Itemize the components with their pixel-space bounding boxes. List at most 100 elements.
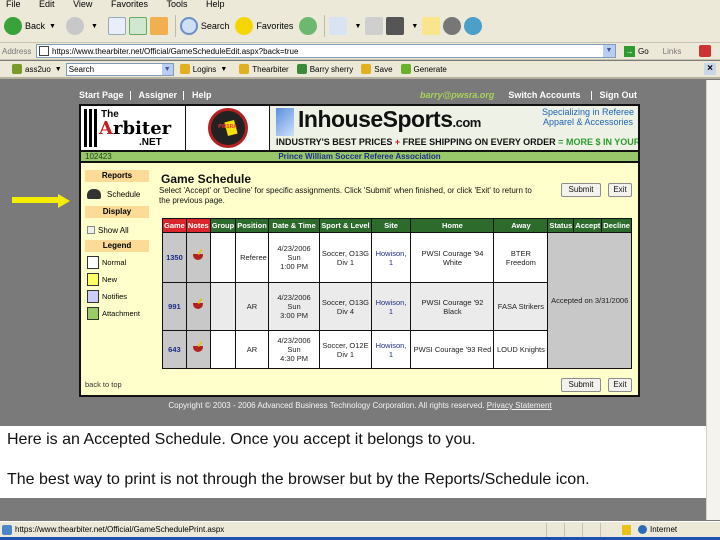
show-all-checkbox[interactable]: Show All (87, 224, 153, 236)
col-group[interactable]: Group (209, 218, 237, 233)
col-sport-level[interactable]: Sport & Level (319, 218, 372, 233)
notes-icon[interactable] (193, 254, 204, 260)
pwsra-logo: PWSRA (186, 106, 270, 150)
game-number-link[interactable]: 1350 (162, 232, 187, 283)
home-team-cell: PWSI Courage '94 White (410, 232, 495, 283)
table-header-row: Game Notes Group Position Date & Time Sp… (162, 218, 632, 233)
printer-icon (87, 189, 101, 199)
submit-button-top[interactable]: Submit (561, 183, 601, 197)
legend-attachment: Attachment (87, 307, 153, 320)
menu-favorites[interactable]: Favorites (111, 0, 148, 9)
toolbar-search-input[interactable]: Search ▼ (65, 62, 174, 76)
link-barry-sherry[interactable]: Barry sherry (296, 64, 353, 74)
address-dropdown-icon[interactable]: ▼ (603, 45, 615, 57)
col-site[interactable]: Site (370, 218, 412, 233)
back-arrow-icon (4, 17, 22, 35)
notes-icon[interactable] (193, 346, 204, 352)
exit-button-bottom[interactable]: Exit (608, 378, 632, 392)
home-team-cell: PWSI Courage '92 Black (410, 282, 495, 331)
notes-icon[interactable] (193, 303, 204, 309)
sport-level-cell: Soccer, O13G Div 1 (319, 232, 372, 283)
history-icon[interactable] (299, 17, 318, 35)
game-number-link[interactable]: 991 (162, 282, 187, 331)
away-team-cell: BTER Freedom (493, 232, 549, 283)
col-date-time[interactable]: Date & Time (267, 218, 321, 233)
toolbar-logo-icon (12, 64, 22, 74)
col-decline[interactable]: Decline (601, 218, 632, 233)
arbiter-logo[interactable]: The Arbiter .NET (81, 106, 186, 150)
discuss-icon[interactable] (443, 17, 462, 35)
status-url: https://www.thearbiter.net/Official/Game… (15, 525, 225, 534)
mail-icon[interactable] (329, 17, 348, 35)
refresh-icon[interactable] (128, 17, 147, 35)
stop-icon[interactable] (107, 17, 126, 35)
col-notes[interactable]: Notes (185, 218, 211, 233)
forward-button[interactable]: ▼ (65, 17, 102, 35)
menu-bar: File Edit View Favorites Tools Help (0, 0, 720, 10)
messenger-icon[interactable] (464, 17, 483, 35)
caption-box: Here is an Accepted Schedule. Once you a… (0, 426, 706, 498)
link-thearbiter[interactable]: Thearbiter (239, 64, 289, 74)
position-cell: AR (235, 330, 269, 369)
privacy-statement-link[interactable]: Privacy Statement (487, 401, 552, 410)
link-generate[interactable]: Generate (400, 64, 447, 74)
legend-new: New (87, 273, 153, 286)
nav-assigner[interactable]: Assigner (139, 90, 178, 100)
back-button[interactable]: Back ▼ (4, 17, 60, 35)
menu-help[interactable]: Help (206, 0, 225, 9)
site-link[interactable]: Howison, 1 (370, 282, 412, 331)
search-button[interactable]: Search (179, 17, 229, 35)
pdf-icon[interactable] (699, 45, 712, 57)
link-save[interactable]: Save (361, 64, 393, 74)
menu-view[interactable]: View (73, 0, 92, 9)
nav-sign-out[interactable]: Sign Out (600, 90, 638, 100)
col-accept[interactable]: Accept (573, 218, 603, 233)
menu-tools[interactable]: Tools (166, 0, 187, 9)
instructions: Select 'Accept' or 'Decline' for specifi… (159, 186, 532, 205)
menu-file[interactable]: File (6, 0, 21, 9)
menu-edit[interactable]: Edit (39, 0, 55, 9)
position-cell: Referee (235, 232, 269, 283)
forward-arrow-icon (65, 17, 84, 35)
back-dropdown-icon[interactable]: ▼ (49, 23, 56, 30)
edit-icon[interactable] (386, 17, 405, 35)
page-icon (39, 46, 49, 56)
print-icon[interactable] (365, 17, 384, 35)
col-position[interactable]: Position (235, 218, 269, 233)
home-icon[interactable] (149, 17, 168, 35)
display-header: Display (85, 206, 149, 218)
submit-button-bottom[interactable]: Submit (561, 378, 601, 392)
col-away[interactable]: Away (493, 218, 549, 233)
col-home[interactable]: Home (410, 218, 495, 233)
favorites-button[interactable]: Favorites (235, 17, 293, 35)
home-team-cell: PWSI Courage '93 Red (410, 330, 495, 369)
group-cell (209, 282, 237, 331)
lock-icon (622, 524, 631, 535)
col-game[interactable]: Game (162, 218, 187, 233)
col-status[interactable]: Status (547, 218, 575, 233)
caption-line-1: Here is an Accepted Schedule. Once you a… (7, 431, 476, 448)
close-toolbar-icon[interactable]: × (704, 63, 716, 75)
back-to-top-link[interactable]: back to top (85, 380, 122, 389)
site-link[interactable]: Howison, 1 (370, 232, 412, 283)
nav-start-page[interactable]: Start Page (79, 90, 124, 100)
page-title: Game Schedule (161, 172, 252, 186)
toolbar-name[interactable]: ass2uo (25, 65, 51, 74)
game-number-link[interactable]: 643 (162, 330, 187, 369)
link-logins[interactable]: Logins ▼ (179, 64, 232, 74)
go-button[interactable]: → Go (624, 45, 649, 57)
nav-help[interactable]: Help (192, 90, 212, 100)
schedule-report-link[interactable]: Schedule (85, 186, 153, 202)
links-button[interactable]: Links (663, 47, 682, 56)
search-dropdown-icon[interactable]: ▼ (161, 63, 173, 75)
ie-page-icon (2, 524, 12, 535)
copyright-text: Copyright © 2003 - 2006 Advanced Busines… (168, 401, 485, 410)
inhousesports-ad[interactable]: InhouseSports.com Specializing in Refere… (270, 106, 638, 150)
note-icon[interactable] (422, 17, 441, 35)
exit-button-top[interactable]: Exit (608, 183, 632, 197)
vertical-scrollbar[interactable] (706, 80, 720, 520)
address-bar: Address https://www.thearbiter.net/Offic… (0, 43, 720, 60)
nav-switch-accounts[interactable]: Switch Accounts (508, 90, 580, 100)
address-input[interactable]: https://www.thearbiter.net/Official/Game… (36, 44, 616, 58)
site-link[interactable]: Howison, 1 (370, 330, 412, 369)
